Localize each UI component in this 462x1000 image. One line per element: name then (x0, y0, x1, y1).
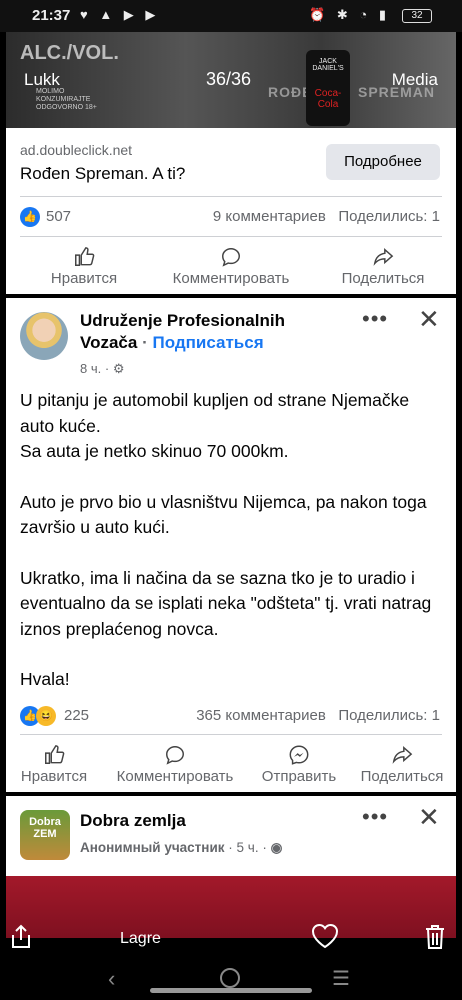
like-label: Нравится (50, 270, 118, 287)
send-label: Отправить (261, 768, 337, 785)
notification-icons: ♥ ▲ ▶ ▶ (80, 7, 160, 22)
ad-alc-text: ALC./VOL. (20, 42, 119, 64)
name-separator: · (142, 333, 148, 352)
gesture-handle[interactable] (150, 988, 312, 993)
more-icon[interactable]: ••• (362, 804, 388, 830)
status-time: 21:37 (32, 7, 71, 24)
anonymous-member[interactable]: Анонимный участник (80, 840, 225, 855)
post-paragraph: Hvala! (20, 669, 70, 689)
author-name-line2: Vozača (80, 333, 138, 352)
like-button[interactable]: Нравится (34, 242, 134, 292)
comments-count[interactable]: 365 комментариев (196, 707, 326, 724)
share-icon[interactable] (10, 924, 32, 955)
like-reaction-icon: 👍 (20, 207, 40, 227)
viewer-bottom-bar: Lagre (0, 920, 462, 960)
ad-card: ad.doubleclick.net Rođen Spreman. A ti? … (6, 128, 456, 294)
heart-icon[interactable] (310, 922, 340, 955)
share-arrow-icon (373, 248, 394, 266)
ad-headline: Rođen Spreman. A ti? (20, 164, 186, 183)
system-nav-bar: ‹ ☰ (0, 960, 462, 1000)
group-avatar[interactable]: Dobra ZEM (20, 810, 70, 860)
save-button[interactable]: Lagre (120, 930, 161, 948)
author-avatar[interactable] (20, 312, 68, 360)
messenger-icon (289, 745, 309, 765)
like-button[interactable]: Нравится (12, 740, 96, 790)
group-name[interactable]: Dobra zemlja (80, 810, 186, 832)
comment-label: Комментировать (116, 768, 234, 785)
recents-icon[interactable]: ☰ (332, 966, 350, 991)
meta-separator: · (262, 840, 267, 855)
shares-count[interactable]: Поделились: 1 (338, 707, 440, 724)
post-action-bar: Нравится Комментировать Отправить Подели… (6, 740, 456, 790)
group-post-meta: Анонимный участник · 5 ч. · ◉ (80, 840, 282, 856)
post-paragraph: Ukratko, ima li načina da se sazna tko j… (20, 567, 432, 639)
globe-icon: ◉ (270, 840, 283, 855)
follow-button[interactable]: Подписаться (152, 333, 263, 352)
like-icon (45, 745, 65, 764)
post-card: Udruženje Profesionalnih Vozača · Подпис… (6, 298, 456, 792)
trash-icon[interactable] (424, 924, 446, 955)
ad-domain: ad.doubleclick.net (20, 142, 133, 158)
comment-icon (166, 746, 184, 765)
post-paragraph: Auto je prvo bio u vlasništvu Nijemca, p… (20, 491, 427, 538)
share-button[interactable]: Поделиться (326, 242, 440, 292)
shares-count[interactable]: Поделились: 1 (338, 208, 440, 225)
system-icons: ⏰ ✱ ◔ ▮ (309, 7, 390, 22)
divider (20, 734, 442, 735)
back-icon[interactable]: ‹ (108, 966, 115, 992)
post-meta: 8 ч. · ⚙ (80, 361, 124, 377)
share-arrow-icon (392, 746, 413, 764)
close-icon[interactable]: ✕ (418, 304, 440, 335)
media-button[interactable]: Media (392, 70, 438, 90)
ad-stats[interactable]: 9 комментариев Поделились: 1 (213, 208, 440, 225)
status-bar: 21:37 ♥ ▲ ▶ ▶ ⏰ ✱ ◔ ▮ 32 (0, 0, 462, 32)
group-post-time[interactable]: 5 ч. (237, 840, 259, 855)
close-viewer-button[interactable]: Lukk (24, 70, 60, 90)
comment-button[interactable]: Комментировать (104, 740, 246, 790)
home-icon[interactable] (220, 968, 240, 988)
divider (20, 196, 442, 197)
reactions-count[interactable]: 507 (46, 208, 71, 225)
share-button[interactable]: Поделиться (350, 740, 454, 790)
comments-count[interactable]: 9 комментариев (213, 208, 326, 225)
post-time[interactable]: 8 ч. (80, 361, 101, 376)
ad-action-bar: Нравится Комментировать Поделиться (6, 242, 456, 292)
author-name-line1: Udruženje Profesionalnih (80, 311, 285, 330)
author-name[interactable]: Udruženje Profesionalnih Vozača · Подпис… (80, 310, 285, 354)
battery-icon: 32 (402, 9, 432, 23)
comment-icon (222, 248, 240, 267)
more-icon[interactable]: ••• (362, 306, 388, 332)
share-label: Поделиться (360, 768, 444, 785)
divider (20, 236, 442, 237)
share-label: Поделиться (341, 270, 425, 287)
post-stats[interactable]: 365 комментариев Поделились: 1 (196, 707, 440, 724)
like-label: Нравится (20, 768, 88, 785)
group-post-card: Dobra ZEM Dobra zemlja Анонимный участни… (6, 796, 456, 876)
like-icon (75, 247, 95, 266)
gear-icon: ⚙ (112, 361, 125, 376)
post-paragraph: U pitanju je automobil kupljen od strane… (20, 390, 410, 461)
meta-separator: · (104, 361, 110, 376)
media-counter: 36/36 (206, 69, 252, 89)
viewer-header: Lukk 36/36 Media (0, 66, 462, 94)
comment-label: Комментировать (172, 270, 290, 287)
haha-reaction-icon: 😆 (36, 706, 56, 726)
comment-button[interactable]: Комментировать (156, 242, 306, 292)
close-icon[interactable]: ✕ (418, 802, 440, 833)
post-text: U pitanju je automobil kupljen od strane… (20, 388, 440, 718)
learn-more-button[interactable]: Подробнее (326, 144, 440, 180)
send-button[interactable]: Отправить (256, 740, 342, 790)
reactions-count[interactable]: 225 (64, 707, 89, 724)
meta-separator: · (228, 840, 233, 855)
